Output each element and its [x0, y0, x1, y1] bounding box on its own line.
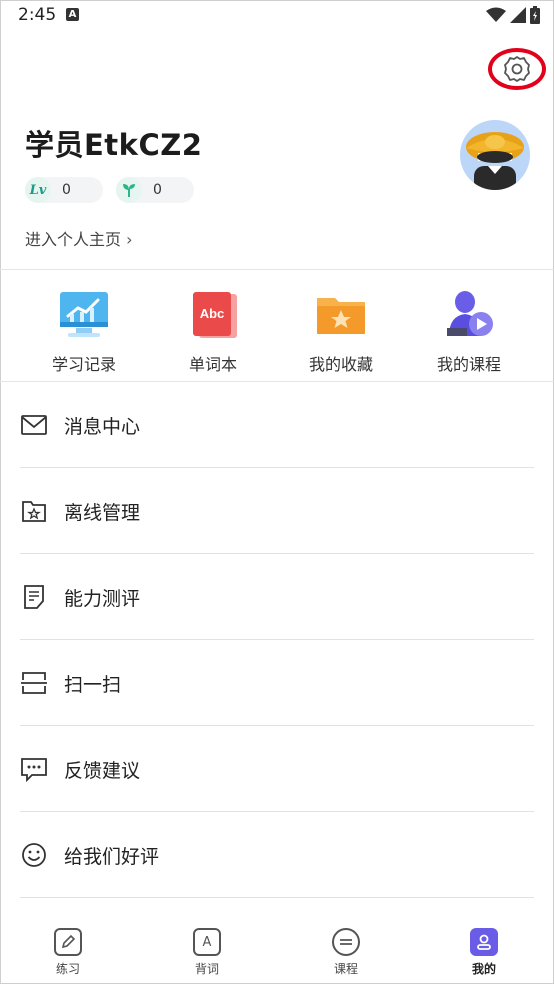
list-icon — [332, 928, 360, 956]
quick-my-courses-label: 我的课程 — [436, 355, 501, 374]
pencil-icon — [54, 928, 82, 956]
quick-study-record-label: 学习记录 — [51, 355, 116, 374]
menu-item-label: 离线管理 — [64, 502, 141, 524]
scan-icon — [21, 672, 47, 694]
tab-practice-label: 练习 — [55, 962, 80, 976]
profile-home-link-label: 进入个人主页 — [25, 230, 122, 249]
status-bar: 2:45 A — [0, 0, 554, 32]
folder-star-icon — [22, 501, 46, 522]
menu-item-label: 给我们好评 — [64, 846, 160, 868]
status-time: 2:45 — [18, 5, 57, 25]
quick-word-book[interactable]: Abc 单词本 — [158, 288, 268, 375]
tab-practice[interactable]: 练习 — [33, 928, 103, 977]
menu-item-message-center[interactable]: 消息中心 — [20, 382, 534, 468]
chat-bubble-icon — [21, 758, 47, 782]
avatar[interactable] — [460, 120, 530, 190]
level-value: 0 — [62, 182, 71, 198]
notification-a-icon: A — [66, 8, 79, 21]
course-play-icon — [439, 288, 499, 344]
word-book-icon: Abc — [183, 288, 243, 344]
smile-icon — [22, 843, 46, 867]
bottom-tab-bar: 练习 A 背词 课程 我的 — [0, 912, 554, 984]
growth-value: 0 — [153, 182, 162, 198]
signal-icon — [510, 7, 526, 23]
tab-words[interactable]: A 背词 — [172, 928, 242, 977]
menu-item-feedback[interactable]: 反馈建议 — [20, 726, 534, 812]
growth-badge[interactable]: 0 — [116, 177, 194, 203]
profile-home-link[interactable]: 进入个人主页 › — [25, 226, 133, 250]
monitor-chart-icon — [54, 288, 114, 344]
menu-item-label: 扫一扫 — [64, 674, 122, 696]
username: 学员EtkCZ2 — [25, 128, 203, 162]
tab-mine-label: 我的 — [471, 962, 496, 976]
level-icon: Lv — [25, 177, 51, 203]
person-icon — [470, 928, 498, 956]
menu-item-scan[interactable]: 扫一扫 — [20, 640, 534, 726]
envelope-icon — [21, 415, 47, 435]
svg-text:Abc: Abc — [200, 306, 225, 321]
quick-my-courses[interactable]: 我的课程 — [414, 288, 524, 375]
menu-item-ability-test[interactable]: 能力测评 — [20, 554, 534, 640]
tab-mine[interactable]: 我的 — [449, 928, 519, 977]
menu-item-offline-management[interactable]: 离线管理 — [20, 468, 534, 554]
tab-words-label: 背词 — [194, 962, 219, 976]
document-icon — [24, 585, 44, 609]
section-divider — [0, 269, 554, 270]
tab-courses-label: 课程 — [333, 962, 358, 976]
gear-icon — [504, 56, 530, 82]
level-badge[interactable]: Lv 0 — [25, 177, 103, 203]
settings-button[interactable] — [488, 48, 546, 90]
letter-a-icon: A — [193, 928, 221, 956]
tab-courses[interactable]: 课程 — [311, 928, 381, 977]
sprout-icon — [116, 177, 142, 203]
chevron-right-icon: › — [126, 230, 133, 249]
star-folder-icon — [311, 288, 371, 344]
menu-item-label: 能力测评 — [64, 588, 141, 610]
quick-favorites-label: 我的收藏 — [308, 355, 373, 374]
menu-item-label: 消息中心 — [64, 416, 141, 438]
quick-favorites[interactable]: 我的收藏 — [286, 288, 396, 375]
battery-icon — [530, 6, 540, 24]
menu-divider — [20, 897, 534, 898]
system-icons — [486, 6, 540, 24]
menu-item-rate-us[interactable]: 给我们好评 — [20, 812, 534, 898]
wifi-icon — [486, 7, 506, 22]
quick-study-record[interactable]: 学习记录 — [29, 288, 139, 375]
quick-word-book-label: 单词本 — [188, 355, 237, 374]
menu-item-label: 反馈建议 — [64, 760, 141, 782]
